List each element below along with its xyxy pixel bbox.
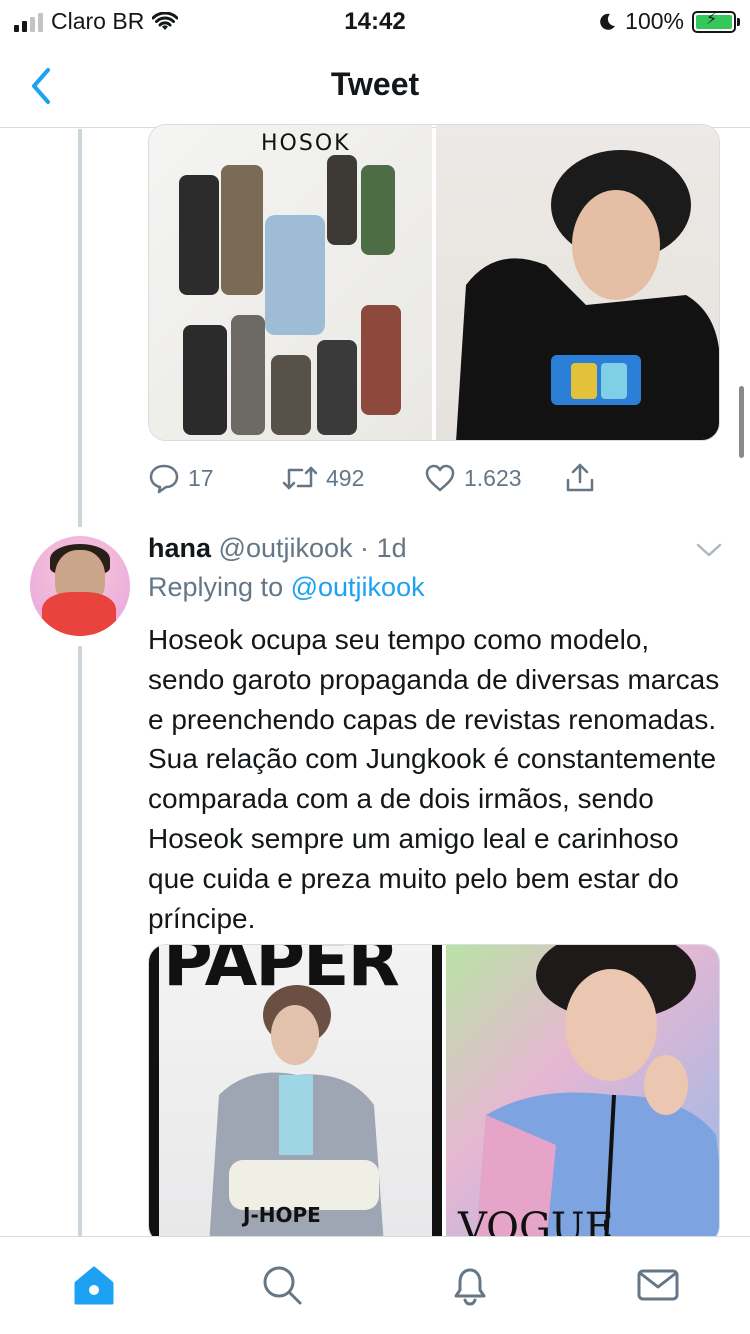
moon-icon	[600, 13, 616, 30]
vogue-cover-art	[476, 945, 719, 1243]
tweet-actions: 17 492 1.623	[148, 456, 608, 500]
media-image-paper-cover[interactable]: PAPER J-HOPE	[149, 945, 442, 1243]
scroll-indicator	[739, 386, 744, 458]
collage-art	[179, 155, 401, 435]
battery-icon: ⚡	[692, 10, 740, 33]
like-button[interactable]: 1.623	[424, 462, 564, 494]
search-icon	[263, 1266, 302, 1305]
replying-to: Replying to @outjikook	[148, 572, 425, 603]
nav-bar: Tweet	[0, 44, 750, 128]
tweet-media-grid: HOSOK	[148, 124, 720, 441]
status-right: 100% ⚡	[597, 8, 740, 35]
bell-icon	[454, 1268, 486, 1306]
paper-cover-art	[209, 985, 384, 1243]
home-icon	[74, 1266, 114, 1305]
battery-percent: 100%	[625, 8, 684, 34]
heart-icon	[425, 464, 455, 492]
tab-messages[interactable]	[634, 1261, 682, 1309]
mail-icon	[637, 1269, 679, 1301]
portrait-art	[456, 150, 719, 440]
share-icon	[566, 463, 594, 492]
user-handle[interactable]: @outjikook	[219, 533, 353, 563]
thread-line	[78, 129, 82, 527]
tab-search[interactable]	[258, 1261, 306, 1309]
media-image-collage[interactable]: HOSOK	[149, 125, 432, 440]
share-button[interactable]	[564, 462, 596, 494]
retweet-count: 492	[326, 464, 365, 491]
reply-count: 17	[188, 464, 214, 491]
retweet-icon	[282, 466, 318, 490]
speech-bubble-icon	[149, 464, 179, 494]
tab-notifications[interactable]	[446, 1261, 494, 1309]
media-image-vogue-cover[interactable]: VOGUE	[446, 945, 719, 1243]
page-title: Tweet	[330, 66, 420, 102]
tweet-menu-button[interactable]	[694, 538, 724, 562]
status-bar: Claro BR 14:42 100% ⚡	[0, 0, 750, 44]
separator-dot: ·	[360, 533, 370, 563]
like-count: 1.623	[464, 464, 522, 491]
tweet-media-grid: PAPER J-HOPE VOGUE	[148, 944, 720, 1244]
chevron-down-icon	[696, 543, 722, 557]
tweet-header: hana @outjikook · 1d	[148, 533, 407, 564]
retweet-button[interactable]: 492	[282, 462, 424, 494]
collage-title: HOSOK	[261, 131, 351, 156]
media-image-portrait[interactable]	[436, 125, 719, 440]
user-display-name[interactable]: hana	[148, 533, 211, 563]
tab-home[interactable]	[70, 1261, 118, 1309]
replying-to-mention[interactable]: @outjikook	[291, 572, 425, 602]
paper-cover-caption: J-HOPE	[243, 1203, 321, 1227]
replying-to-label: Replying to	[148, 572, 284, 602]
thread-line	[78, 646, 82, 1236]
reply-button[interactable]: 17	[148, 462, 282, 494]
tab-bar	[0, 1236, 750, 1334]
tweet-time: 1d	[376, 533, 407, 563]
avatar[interactable]	[30, 536, 130, 636]
tweet-text: Hoseok ocupa seu tempo como modelo, send…	[148, 624, 720, 934]
